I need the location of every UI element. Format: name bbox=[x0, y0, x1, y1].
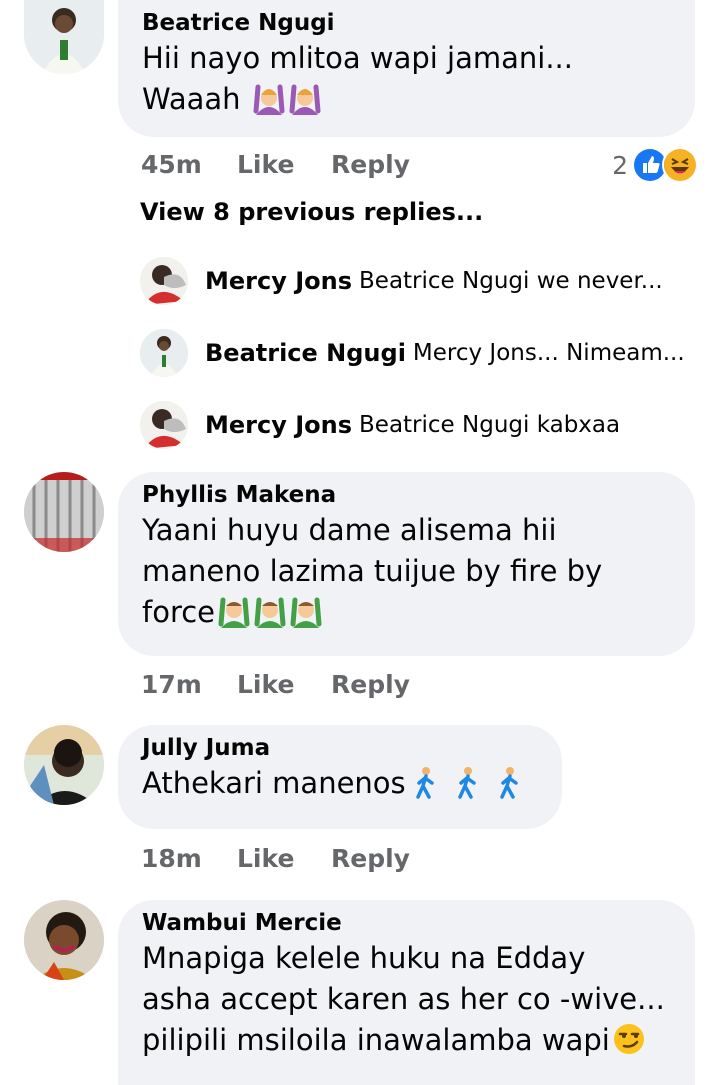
reply-author[interactable]: Mercy Jons bbox=[205, 267, 352, 295]
comment-timestamp: 18m bbox=[141, 843, 202, 873]
comment-text: asha accept karen as her co -wive... bbox=[142, 982, 665, 1016]
man-raising-hands-icon bbox=[217, 594, 251, 628]
reply-button[interactable]: Reply bbox=[331, 844, 410, 873]
comment-bubble[interactable]: Beatrice Ngugi Hii nayo mlitoa wapi jama… bbox=[118, 0, 695, 137]
man-raising-hands-icon bbox=[289, 594, 323, 628]
view-previous-replies-link[interactable]: View 8 previous replies... bbox=[140, 198, 483, 226]
reaction-count: 2 bbox=[612, 150, 628, 180]
comment-author[interactable]: Jully Juma bbox=[142, 733, 538, 763]
comment-bubble[interactable]: Wambui Mercie Mnapiga kelele huku na Edd… bbox=[118, 900, 695, 1085]
comment-author[interactable]: Wambui Mercie bbox=[142, 908, 671, 938]
avatar[interactable] bbox=[24, 0, 104, 74]
avatar[interactable] bbox=[140, 329, 188, 377]
woman-raising-hands-icon bbox=[288, 81, 322, 115]
comment-bubble[interactable]: Jully Juma Athekari manenos bbox=[118, 725, 562, 829]
like-button[interactable]: Like bbox=[237, 844, 331, 873]
reply-author[interactable]: Beatrice Ngugi bbox=[205, 339, 406, 367]
reaction-summary[interactable]: 2 bbox=[612, 147, 698, 183]
reply-author[interactable]: Mercy Jons bbox=[205, 411, 352, 439]
comment-author[interactable]: Beatrice Ngugi bbox=[142, 8, 671, 38]
comment-text: Athekari manenos bbox=[142, 763, 538, 804]
comment-text: Hii nayo mlitoa wapi jamani... bbox=[142, 41, 573, 75]
haha-reaction-icon bbox=[662, 147, 698, 183]
comment-text: maneno lazima tuijue by fire by bbox=[142, 554, 603, 588]
reply-item[interactable]: Mercy Jons Beatrice Ngugi kabxaa bbox=[140, 400, 620, 450]
reply-item[interactable]: Mercy Jons Beatrice Ngugi we never... bbox=[140, 256, 663, 306]
comment-actions: 17m Like Reply bbox=[141, 667, 410, 701]
reply-item[interactable]: Beatrice Ngugi Mercy Jons... Nimeam... bbox=[140, 328, 685, 378]
avatar[interactable] bbox=[24, 472, 104, 552]
comment-timestamp: 45m bbox=[141, 149, 202, 179]
like-button[interactable]: Like bbox=[237, 150, 331, 179]
reply-preview-text: Mercy Jons... Nimeam... bbox=[412, 340, 685, 366]
comment-author[interactable]: Phyllis Makena bbox=[142, 480, 671, 510]
comment-text: pilipili msiloila inawalamba wapi bbox=[142, 1020, 671, 1061]
avatar[interactable] bbox=[24, 725, 104, 805]
comment-text: Yaani huyu dame alisema hii bbox=[142, 513, 557, 547]
avatar[interactable] bbox=[140, 257, 188, 305]
comment-actions: 45m Like Reply bbox=[141, 147, 410, 181]
comment-timestamp: 17m bbox=[141, 669, 202, 699]
avatar[interactable] bbox=[140, 401, 188, 449]
like-button[interactable]: Like bbox=[237, 670, 331, 699]
reply-button[interactable]: Reply bbox=[331, 670, 410, 699]
person-walking-icon bbox=[450, 765, 484, 799]
reply-preview-text: Beatrice Ngugi kabxaa bbox=[359, 412, 621, 438]
person-walking-icon bbox=[492, 765, 526, 799]
man-raising-hands-icon bbox=[253, 594, 287, 628]
woman-raising-hands-icon bbox=[252, 81, 286, 115]
comment-text: Mnapiga kelele huku na Edday bbox=[142, 941, 586, 975]
reply-button[interactable]: Reply bbox=[331, 150, 410, 179]
smirking-face-icon bbox=[612, 1022, 646, 1056]
person-walking-icon bbox=[408, 765, 442, 799]
comment-text: force bbox=[142, 592, 671, 633]
reply-preview-text: Beatrice Ngugi we never... bbox=[359, 268, 663, 294]
avatar[interactable] bbox=[24, 900, 104, 980]
comment-actions: 18m Like Reply bbox=[141, 841, 410, 875]
comment-bubble[interactable]: Phyllis Makena Yaani huyu dame alisema h… bbox=[118, 472, 695, 656]
comment-text: Waaah bbox=[142, 79, 671, 120]
